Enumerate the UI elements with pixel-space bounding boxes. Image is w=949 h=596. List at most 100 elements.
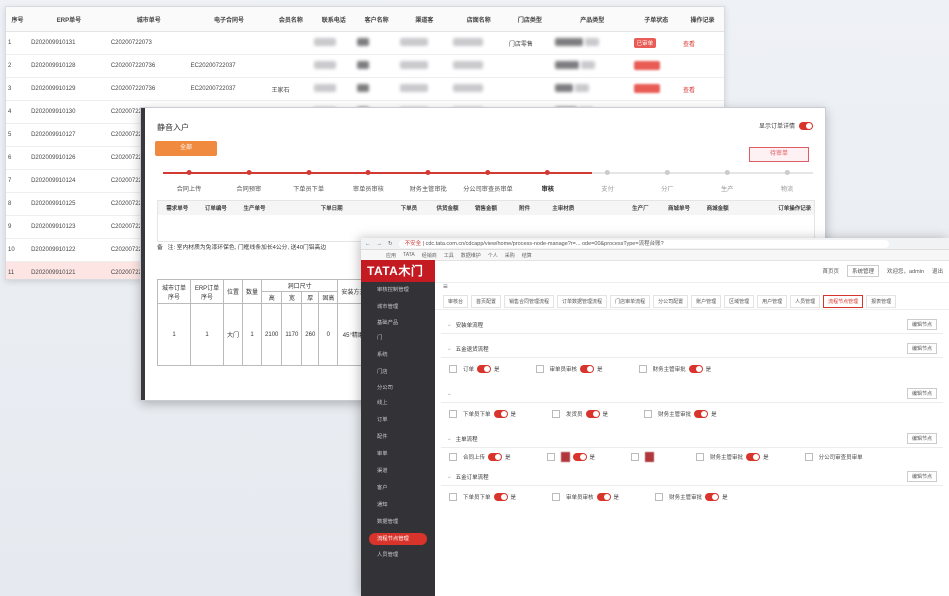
sidebar-item[interactable]: 门店 <box>361 364 435 381</box>
view-link[interactable]: 查看 <box>683 88 695 94</box>
exit-link[interactable]: 退出 <box>932 267 943 275</box>
sidebar-item[interactable]: 门 <box>361 330 435 347</box>
flow-node-toggle[interactable] <box>746 453 761 461</box>
flow-section-header[interactable]: ⌄ 编辑节点 <box>441 385 943 403</box>
cell-erp: D202009910121 <box>29 261 109 279</box>
chevron-down-icon[interactable]: ⌄ <box>447 391 452 397</box>
view-link[interactable]: 查看 <box>683 42 695 48</box>
tab[interactable]: 人员管理 <box>790 294 821 308</box>
bookmark-item[interactable]: 个人 <box>488 252 498 259</box>
sidebar-item[interactable]: 审核控制管理 <box>361 282 435 299</box>
edit-node-button[interactable]: 编辑节点 <box>906 319 937 330</box>
flow-node-checkbox[interactable] <box>449 364 457 373</box>
flow-node-checkbox[interactable] <box>655 492 664 501</box>
tab[interactable]: 区域管理 <box>724 294 755 308</box>
tab[interactable]: 报表管理 <box>866 294 897 308</box>
flow-node-checkbox[interactable] <box>449 453 457 461</box>
flow-node-checkbox[interactable] <box>449 492 457 501</box>
flow-node-toggle[interactable] <box>694 409 709 418</box>
table-row[interactable]: 1 D202009910131 C20200722073 门店零售 已审单 查看 <box>6 31 724 55</box>
cell-no: 1 <box>6 31 30 55</box>
spec-sub-w: 宽 <box>281 291 303 304</box>
flow-node-toggle[interactable] <box>580 364 595 373</box>
sidebar-item[interactable]: 分公司 <box>361 381 435 395</box>
flow-node-toggle[interactable] <box>493 409 508 418</box>
flow-node-checkbox[interactable] <box>552 409 561 418</box>
edit-node-button[interactable]: 编辑节点 <box>906 343 937 354</box>
flow-section-header[interactable]: ⌄ 主单流程 编辑节点 <box>441 430 943 448</box>
sidebar-item[interactable]: 数据管理 <box>361 514 435 531</box>
flow-node-checkbox[interactable] <box>638 364 647 373</box>
edit-node-button[interactable]: 编辑节点 <box>906 433 937 444</box>
tab[interactable]: 订单数据管理流程 <box>557 294 608 308</box>
system-select[interactable]: 系统管理 <box>846 265 879 277</box>
flow-node-toggle[interactable] <box>493 492 508 501</box>
sidebar-item[interactable]: 系统 <box>361 347 435 364</box>
sidebar-item[interactable]: 渠道 <box>361 463 435 480</box>
sidebar-item[interactable]: 审单 <box>361 446 435 463</box>
tab[interactable]: 账户管理 <box>691 294 722 308</box>
flow-node-toggle[interactable] <box>705 492 720 501</box>
flow-node-toggle[interactable] <box>585 409 600 418</box>
sidebar-item[interactable]: 配件 <box>361 429 435 446</box>
address-bar[interactable]: 不安全 | cdc.tata.com.cn/cdcapp/view/home/p… <box>398 239 889 248</box>
sidebar-item[interactable]: 客户 <box>361 480 435 497</box>
tab[interactable]: 分公司配置 <box>653 294 689 308</box>
edit-node-button[interactable]: 编辑节点 <box>906 388 937 399</box>
tab[interactable]: 用户管理 <box>757 294 788 308</box>
flow-node-checkbox[interactable] <box>449 409 457 418</box>
forward-icon[interactable]: → <box>377 241 383 247</box>
flow-node-checkbox[interactable] <box>546 453 555 461</box>
bookmark-item[interactable]: 数据维护 <box>461 252 481 259</box>
spec-cell: 1 <box>242 303 263 366</box>
menu-icon[interactable]: ≡ <box>443 282 448 291</box>
sidebar-item[interactable]: 基础产品 <box>361 316 435 330</box>
all-button[interactable]: 全部 <box>155 141 217 156</box>
cell-customer <box>355 77 399 101</box>
flow-node-checkbox[interactable] <box>696 453 705 461</box>
sidebar-item[interactable]: 城市管理 <box>361 299 435 316</box>
bookmark-item[interactable]: 工具 <box>444 252 454 259</box>
flow-node-checkbox[interactable] <box>552 492 561 501</box>
home-link[interactable]: 首页页 <box>822 267 839 275</box>
reload-icon[interactable]: ↻ <box>388 241 393 247</box>
tab[interactable]: 首页配置 <box>471 294 502 308</box>
chevron-down-icon[interactable]: ⌄ <box>447 474 452 480</box>
flow-node-checkbox[interactable] <box>644 409 653 418</box>
sidebar-item[interactable]: 订单 <box>361 412 435 429</box>
bookmark-item[interactable]: 采购 <box>505 252 515 259</box>
flow-node-checkbox[interactable] <box>804 453 813 461</box>
flow-node-toggle[interactable] <box>688 364 703 373</box>
sidebar-item[interactable]: 人员管理 <box>361 547 435 564</box>
bookmark-item[interactable]: 结算 <box>522 252 532 259</box>
bookmark-item[interactable]: 经销商 <box>422 252 437 259</box>
back-icon[interactable]: ← <box>365 241 371 247</box>
detail-toggle[interactable] <box>799 121 813 130</box>
sidebar-item[interactable]: 通知 <box>361 497 435 514</box>
sidebar-item[interactable]: 线上 <box>361 395 435 412</box>
flow-section-header[interactable]: ⌄ 安装单流程 编辑节点 <box>441 316 943 334</box>
flow-node-checkbox[interactable] <box>535 364 544 373</box>
review-button[interactable]: 待审单 <box>749 147 809 162</box>
flow-node-checkbox[interactable] <box>631 453 640 461</box>
flow-node-toggle[interactable] <box>488 453 503 461</box>
table-row[interactable]: 3 D202009910129 C202007220736 EC20200722037… <box>6 77 724 101</box>
tab[interactable]: 流程节点管理 <box>823 294 864 308</box>
flow-node: 订单 是 <box>449 364 500 373</box>
flow-node-toggle[interactable] <box>572 453 587 461</box>
flow-section-header[interactable]: ⌄ 五金订单流程 编辑节点 <box>441 468 943 486</box>
edit-node-button[interactable]: 编辑节点 <box>906 471 937 482</box>
flow-node-toggle[interactable] <box>596 492 611 501</box>
chevron-down-icon[interactable]: ⌄ <box>447 346 452 352</box>
tab[interactable]: 门店审单流程 <box>610 294 651 308</box>
bookmark-item[interactable]: 应用 <box>386 252 396 259</box>
bookmark-item[interactable]: TATA <box>403 252 415 258</box>
flow-section-header[interactable]: ⌄ 五金退货流程 编辑节点 <box>441 340 943 358</box>
chevron-down-icon[interactable]: ⌄ <box>447 322 452 328</box>
chevron-down-icon[interactable]: ⌄ <box>447 436 452 442</box>
tab[interactable]: 审核台 <box>443 294 469 308</box>
tab[interactable]: 销售合同管理流程 <box>504 294 555 308</box>
flow-node-toggle[interactable] <box>477 364 492 373</box>
sidebar-item[interactable]: 流程节点管理 <box>369 533 427 545</box>
table-row[interactable]: 2 D202009910128 C202007220736 EC20200722037 <box>6 54 724 78</box>
